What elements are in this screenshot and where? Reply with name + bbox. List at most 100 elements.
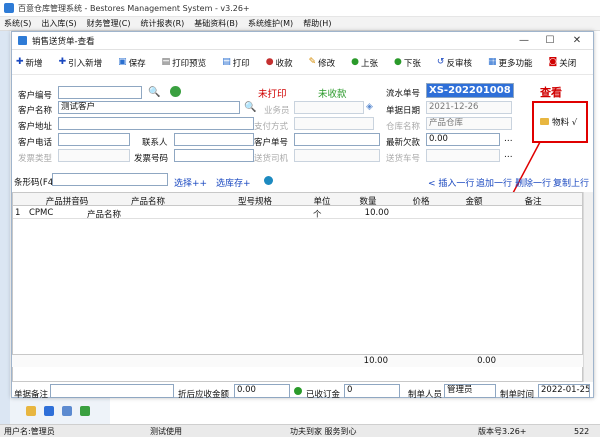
info-shortcut-icon[interactable] [44,406,54,416]
folder-shortcut-icon[interactable] [26,406,36,416]
menu-finance[interactable]: 财务管理(C) [87,18,131,29]
pay-method-select[interactable] [294,117,374,130]
copy-row-button[interactable]: 复制上行 [553,176,589,189]
customer-code-input[interactable] [58,86,142,99]
menu-help[interactable]: 帮助(H) [303,18,331,29]
contact-input[interactable] [174,133,254,146]
remark-input[interactable] [50,384,174,398]
driver-select[interactable] [294,149,380,162]
doc-date-label: 单据日期 [386,106,421,116]
barcode-input[interactable] [52,173,168,186]
search-icon[interactable]: 🔍 [148,87,160,98]
received-status-icon [294,387,302,395]
warehouse-select[interactable]: 产品仓库 [426,117,512,130]
calendar-shortcut-icon[interactable] [62,406,72,416]
toolbar-edit-button[interactable]: ✎ 修改 [309,57,336,69]
menu-system[interactable]: 系统(S) [4,18,31,29]
dialog-icon [18,36,27,45]
toolbar-up-button[interactable]: ● 上张 [351,57,378,69]
sales-delivery-dialog: 销售送货单-查看 — ☐ ✕ ✚ 新增 ✚ 引入新增 ▣ 保存 ▤ 打印预览 ▤ 打印 ● 收款 ✎ 修改… [11,31,594,400]
customer-name-label: 客户名称 [18,106,53,116]
save-icon: ▣ [118,57,127,67]
material-button[interactable]: 物料 √ [552,116,577,128]
maximize-button[interactable]: ☐ [540,34,560,48]
main-menubar: 系统(S) 出入库(S) 财务管理(C) 统计报表(R) 基础资料(B) 系统维… [0,17,600,31]
receivable-label: 折后应收金额 [178,390,230,400]
toolbar-more-button[interactable]: ▦ 更多功能 [488,57,533,69]
toolbar-label: 打印 [232,58,250,69]
toolbar-print-button[interactable]: ▤ 打印 [222,57,250,69]
make-time-label: 制单时间 [500,390,535,400]
choose-stock-button[interactable]: 选库存+ [216,176,251,189]
toolbar-print-preview-button[interactable]: ▤ 打印预览 [162,57,207,69]
row-index: 1 [15,208,21,218]
toolbar-down-button[interactable]: ● 下张 [394,57,421,69]
col-pinyin: 产品拼音码 [45,197,89,207]
insert-row-button[interactable]: < 插入一行 [428,176,474,189]
dialog-toolbar: ✚ 新增 ✚ 引入新增 ▣ 保存 ▤ 打印预览 ▤ 打印 ● 收款 ✎ 修改 ● 上张 ● 下张 ↺ 反审核 ▦ 更多功能… [12,51,593,75]
toolbar-label: 关闭 [559,58,577,69]
grid-scrollbar[interactable] [583,192,593,382]
add-customer-icon[interactable] [170,86,181,97]
toolbar-label: 引入新增 [68,58,103,69]
invoice-type-select[interactable] [58,149,130,162]
salesman-lookup-icon[interactable]: ◈ [366,102,373,112]
toolbar-label: 反审核 [446,58,472,69]
row-qty[interactable]: 10.00 [343,208,389,218]
customer-address-input[interactable] [58,117,254,130]
customer-order-input[interactable] [294,133,380,146]
received-input[interactable]: 0 [344,384,400,398]
col-unit: 单位 [313,197,331,207]
toolbar-label: 下张 [403,58,421,69]
folder-icon [540,118,549,125]
row-name[interactable]: 产品名称 [87,208,121,220]
delete-row-button[interactable]: 删除一行 [515,176,551,189]
print-preview-icon: ▤ [161,57,171,67]
menu-stock[interactable]: 出入库(S) [41,18,76,29]
table-row[interactable]: 1 CPMC 产品名称 个 10.00 [13,207,582,220]
status-bar: 用户名:管理员 测试使用 功夫到家 服务到心 版本号3.26+ 522 [0,424,600,437]
toolbar-import-button[interactable]: ✚ 引入新增 [59,57,103,69]
close-window-button[interactable]: ✕ [567,34,587,48]
row-pinyin[interactable]: CPMC [29,208,53,218]
maker-input: 管理员 [444,384,496,398]
toolbar-plus-button[interactable]: ✚ 新增 [16,57,43,69]
customer-search-icon[interactable]: 🔍 [244,102,256,113]
more-icon: ▦ [487,57,497,67]
col-spec: 型号规格 [237,197,272,207]
row-unit[interactable]: 个 [313,208,322,220]
toolbar-label: 更多功能 [498,58,533,69]
toolbar-cash-button[interactable]: ● 收款 [266,57,293,69]
append-row-button[interactable]: 追加一行 [476,176,512,189]
edit-icon: ✎ [308,57,317,67]
globe-icon[interactable] [264,176,273,185]
col-name: 产品名称 [130,197,165,207]
choose-plus-button[interactable]: 选择++ [174,176,207,189]
contact-label: 联系人 [142,138,168,148]
col-amount: 金额 [465,197,483,207]
toolbar-close-button[interactable]: ◙ 关闭 [549,57,577,69]
toolbar-label: 打印预览 [172,58,207,69]
customer-phone-input[interactable] [58,133,130,146]
toolbar-save-button[interactable]: ▣ 保存 [118,57,146,69]
salesman-label: 业务员 [264,106,290,116]
menu-maintenance[interactable]: 系统维护(M) [248,18,293,29]
grid-divider [13,381,582,382]
total-amount: 0.00 [477,356,496,366]
cash-icon: ● [265,57,274,67]
doc-date-picker[interactable]: 2021-12-26 [426,101,512,114]
menu-basics[interactable]: 基础资料(B) [194,18,238,29]
status-version: 版本号3.26+ [478,426,527,436]
total-qty: 10.00 [363,356,388,366]
toolbar-unaudit-button[interactable]: ↺ 反审核 [437,57,472,69]
receivable-input[interactable]: 0.00 [234,384,290,398]
customer-name-input[interactable]: 测试客户 [58,101,240,114]
invoice-no-input[interactable] [174,149,254,162]
salesman-select[interactable] [294,101,364,114]
minimize-button[interactable]: — [514,34,534,48]
menu-reports[interactable]: 统计报表(R) [140,18,184,29]
serial-input[interactable]: XS-202201008 [426,83,514,98]
down-icon: ● [394,57,402,67]
bottom-shortcut-tabs [10,398,110,424]
export-shortcut-icon[interactable] [80,406,90,416]
